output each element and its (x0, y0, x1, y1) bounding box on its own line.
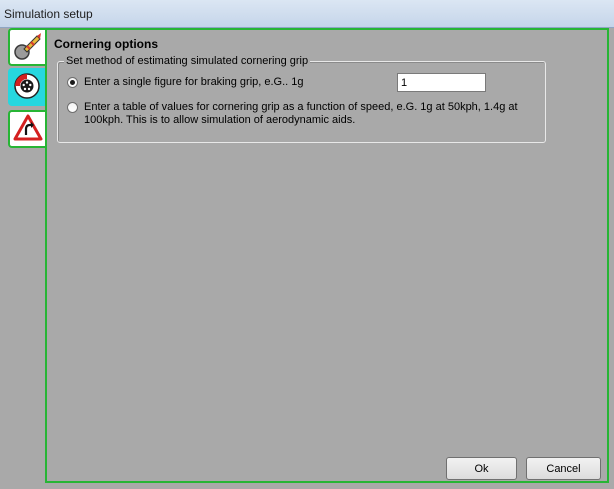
tab-brakes[interactable] (8, 68, 46, 106)
cancel-button[interactable]: Cancel (526, 457, 601, 480)
window-title: Simulation setup (4, 7, 93, 21)
title-bar: Simulation setup (0, 0, 614, 28)
table-of-values-label: Enter a table of values for cornering gr… (84, 101, 518, 126)
panel-title: Cornering options (54, 37, 158, 51)
cornering-options-panel: Cornering options Set method of estimati… (45, 28, 609, 483)
brake-disc-icon (13, 72, 41, 103)
braking-grip-input[interactable] (397, 73, 486, 92)
tab-rocket[interactable] (8, 28, 46, 66)
tab-strip (0, 28, 46, 489)
ok-button[interactable]: Ok (446, 457, 517, 480)
bend-warning-sign-icon (13, 114, 43, 145)
single-figure-label: Enter a single figure for braking grip, … (84, 76, 304, 88)
table-of-values-radio[interactable] (67, 102, 78, 113)
single-figure-option[interactable]: Enter a single figure for braking grip, … (67, 76, 304, 89)
rocket-icon (13, 31, 43, 64)
tab-cornering[interactable] (8, 110, 46, 148)
single-figure-radio[interactable] (67, 77, 78, 88)
dialog-content: Cornering options Set method of estimati… (0, 28, 614, 489)
table-of-values-option[interactable]: Enter a table of values for cornering gr… (67, 101, 534, 127)
group-label: Set method of estimating simulated corne… (64, 55, 311, 67)
grip-method-group: Set method of estimating simulated corne… (57, 55, 546, 143)
